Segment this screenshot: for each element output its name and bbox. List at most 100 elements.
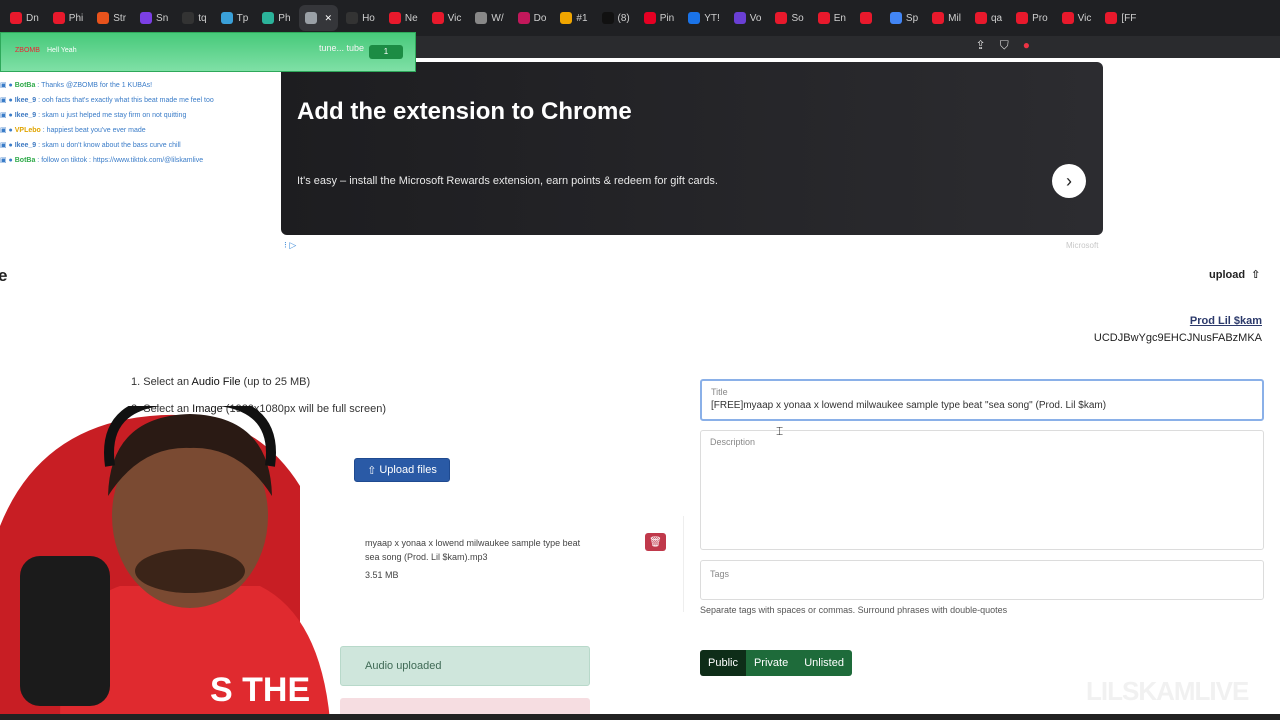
- browser-tab-bar: Dn Phi Str Sn tq Tp Ph ✕ Ho Ne Vic W/Do #1 (8) Pin YT! V…: [0, 0, 1280, 36]
- visibility-public-button[interactable]: Public: [700, 650, 746, 676]
- chat-message: ▣ ● Ikee_9 : skam u don't know about the…: [0, 138, 280, 153]
- tab-label: Vic: [1077, 12, 1092, 24]
- site-logo[interactable]: e: [0, 266, 7, 286]
- audio-uploaded-status: Audio uploaded: [340, 646, 590, 686]
- browser-tab[interactable]: [854, 5, 882, 31]
- alert-message: Hell Yeah: [47, 47, 77, 54]
- tab-favicon-icon: [817, 12, 830, 24]
- chat-username: VPLebo: [14, 127, 41, 134]
- visibility-unlisted-button[interactable]: Unlisted: [796, 650, 852, 676]
- browser-tab[interactable]: En: [812, 5, 852, 31]
- browser-tab[interactable]: Sp: [884, 5, 924, 31]
- alert-badge: 1: [369, 45, 403, 59]
- browser-tab[interactable]: ✕: [298, 5, 339, 31]
- chat-username: Ikee_9: [14, 112, 37, 119]
- browser-tab[interactable]: YT!: [682, 5, 726, 31]
- browser-tab[interactable]: Dn: [4, 5, 45, 31]
- browser-tab[interactable]: Str: [91, 5, 132, 31]
- browser-tab[interactable]: Vic: [426, 5, 468, 31]
- description-field[interactable]: Description: [700, 430, 1264, 550]
- channel-name-link[interactable]: Prod Lil $kam: [1190, 315, 1262, 327]
- tab-label: Pin: [659, 12, 675, 24]
- close-tab-icon[interactable]: ✕: [325, 13, 333, 24]
- tab-label: Str: [113, 12, 127, 24]
- browser-tab[interactable]: Do: [512, 5, 553, 31]
- browser-tab[interactable]: Ph: [256, 5, 296, 31]
- chat-text: happiest beat you've ever made: [46, 127, 146, 134]
- tab-label: Sp: [905, 12, 919, 24]
- trash-icon: 🗑: [649, 536, 662, 548]
- title-input[interactable]: [FREE]myaap x yonaa x lowend milwaukee s…: [711, 400, 1106, 411]
- title-label: Title: [711, 387, 728, 397]
- shield-icon[interactable]: ⛉: [1000, 38, 1009, 53]
- browser-tab[interactable]: Mil: [926, 5, 967, 31]
- browser-tab[interactable]: Pin: [638, 5, 680, 31]
- browser-tab[interactable]: [FF: [1099, 5, 1142, 31]
- svg-text:S THE: S THE: [210, 671, 310, 709]
- mouse-cursor-icon: ⌶: [776, 424, 784, 438]
- tags-label: Tags: [710, 569, 730, 579]
- tab-favicon-icon: [889, 12, 902, 24]
- browser-tab[interactable]: Pro: [1010, 5, 1054, 31]
- stream-alert-bar: ZBOMB Hell Yeah tune... tube 1: [0, 32, 416, 72]
- webcam-overlay: S THE: [0, 406, 330, 720]
- browser-tab[interactable]: tq: [176, 5, 212, 31]
- browser-tab[interactable]: W/: [469, 5, 509, 31]
- ad-banner[interactable]: Add the extension to Chrome It's easy – …: [281, 62, 1103, 235]
- tab-label: Vic: [447, 12, 462, 24]
- browser-tab[interactable]: Sn: [134, 5, 174, 31]
- tab-favicon-icon: [1105, 12, 1118, 24]
- tab-label: Do: [533, 12, 547, 24]
- chat-username: BotBa: [14, 157, 36, 164]
- chat-username: Ikee_9: [14, 97, 37, 104]
- browser-tab[interactable]: Vic: [1056, 5, 1098, 31]
- step-1-prefix: 1. Select an: [131, 376, 192, 388]
- browser-tab[interactable]: qa: [969, 5, 1008, 31]
- description-label: Description: [710, 437, 756, 447]
- tab-favicon-icon: [52, 12, 65, 24]
- browser-tab[interactable]: Tp: [215, 5, 255, 31]
- adchoices-icon[interactable]: ⁝ ▷: [284, 240, 296, 251]
- tab-favicon-icon: [932, 12, 945, 24]
- upload-nav-label: upload: [1209, 268, 1246, 281]
- chat-message: ▣ ● VPLebo : happiest beat you've ever m…: [0, 123, 280, 138]
- upload-nav-link[interactable]: upload ⇧: [1209, 268, 1261, 282]
- tab-label: [FF: [1121, 12, 1137, 24]
- ad-next-button[interactable]: ›: [1052, 164, 1086, 198]
- tab-label: Ph: [278, 12, 291, 24]
- chat-text: skam u don't know about the bass curve c…: [42, 142, 181, 149]
- tab-favicon-icon: [431, 12, 444, 24]
- ad-body: It's easy – install the Microsoft Reward…: [297, 175, 718, 187]
- browser-tab[interactable]: Phi: [47, 5, 89, 31]
- tab-label: #1: [576, 12, 588, 24]
- file-name: myaap x yonaa x lowend milwaukee sample …: [365, 538, 581, 562]
- browser-tab[interactable]: Vo: [728, 5, 768, 31]
- tab-favicon-icon: [140, 12, 153, 24]
- step-1-instruction: 1. Select an Audio File (up to 25 MB): [131, 376, 310, 388]
- visibility-private-button[interactable]: Private: [745, 650, 797, 676]
- tab-label: Ho: [362, 12, 375, 24]
- tab-favicon-icon: [601, 12, 614, 24]
- extension-icon[interactable]: ●: [1023, 38, 1030, 53]
- tags-field[interactable]: Tags: [700, 560, 1264, 600]
- browser-tab[interactable]: So: [769, 5, 809, 31]
- browser-tab[interactable]: (8): [596, 5, 636, 31]
- tab-favicon-icon: [475, 12, 488, 24]
- browser-tab[interactable]: #1: [554, 5, 593, 31]
- share-icon[interactable]: ⇪: [976, 38, 986, 53]
- chevron-right-icon: ›: [1066, 170, 1072, 191]
- browser-tab[interactable]: Ne: [383, 5, 424, 31]
- browser-tab[interactable]: Ho: [340, 5, 381, 31]
- upload-icon: ⇧: [1251, 269, 1261, 281]
- title-field[interactable]: Title [FREE]myaap x yonaa x lowend milwa…: [700, 379, 1264, 421]
- uploaded-file-card: myaap x yonaa x lowend milwaukee sample …: [340, 516, 684, 612]
- tab-favicon-icon: [182, 12, 195, 24]
- tab-label: So: [791, 12, 804, 24]
- chat-badge-icon: ▣ ●: [0, 112, 15, 119]
- tab-favicon-icon: [733, 12, 746, 24]
- tab-favicon-icon: [10, 12, 22, 24]
- delete-file-button[interactable]: 🗑: [645, 533, 666, 551]
- tab-label: Phi: [68, 12, 84, 24]
- chat-message: ▣ ● Ikee_9 : ooh facts that's exactly wh…: [0, 93, 280, 108]
- chat-badge-icon: ▣ ●: [0, 82, 15, 89]
